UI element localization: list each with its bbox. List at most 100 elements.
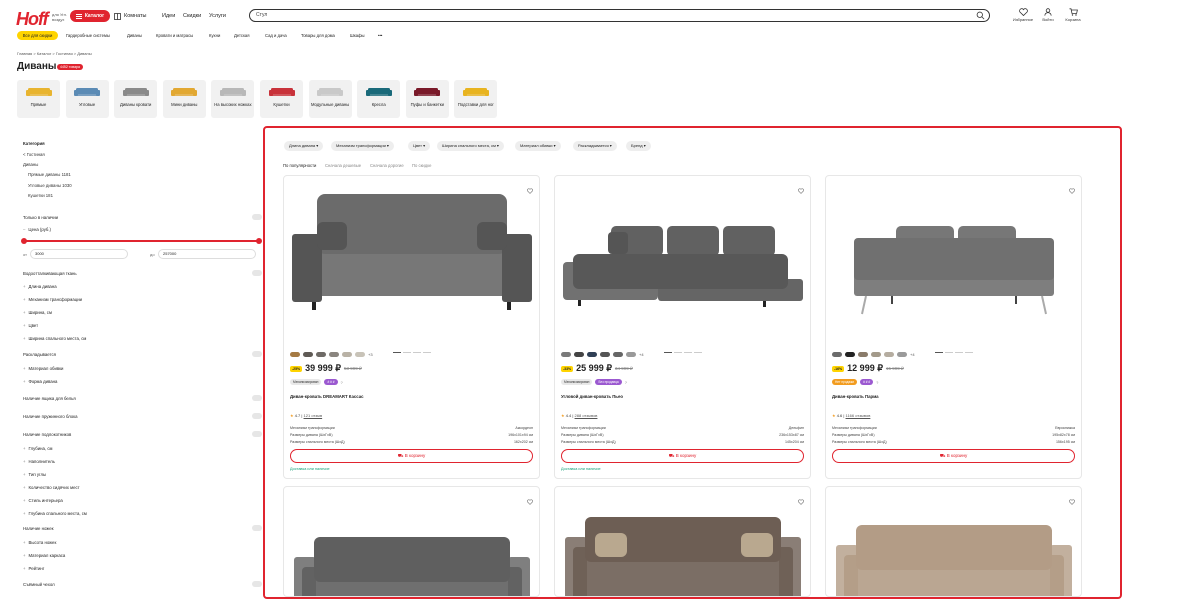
- filter-group-item[interactable]: + Материал каркаса: [23, 553, 65, 558]
- price-slider-min-handle[interactable]: [21, 238, 27, 244]
- sort-option[interactable]: По популярности: [283, 163, 316, 168]
- product-image[interactable]: [294, 537, 530, 596]
- filter-group-item[interactable]: + Глубина спального места, см: [23, 511, 87, 516]
- product-card[interactable]: [554, 486, 811, 597]
- rooms-button[interactable]: Комнаты: [114, 10, 147, 22]
- color-swatch[interactable]: [329, 352, 339, 357]
- filter-pill[interactable]: Ширина спального места, см ▾: [437, 141, 504, 151]
- add-to-cart-button[interactable]: ⛟ В корзину: [832, 449, 1075, 463]
- filter-group-item[interactable]: + Глубина, см: [23, 446, 52, 451]
- more-categories-button[interactable]: •••: [378, 31, 382, 40]
- filter-group-item[interactable]: + Тип углы: [23, 472, 46, 477]
- filter-group-item[interactable]: + Рейтинг: [23, 566, 44, 571]
- filter-group-item[interactable]: + Длина дивана: [23, 284, 57, 289]
- more-colors-count[interactable]: +4: [910, 352, 915, 357]
- in-stock-toggle[interactable]: [252, 214, 262, 220]
- unfoldable-toggle[interactable]: [252, 351, 262, 357]
- product-card[interactable]: [825, 486, 1082, 597]
- sort-option[interactable]: По скидке: [412, 163, 431, 168]
- filter-group-item[interactable]: + Форма дивана: [23, 379, 57, 384]
- filter-pill[interactable]: Цвет ▾: [408, 141, 431, 151]
- filter-pill[interactable]: Раскладывается ▾: [573, 141, 617, 151]
- nav-services[interactable]: Услуги: [209, 13, 226, 19]
- category-chip[interactable]: Все для скидки: [17, 31, 58, 40]
- product-image[interactable]: [836, 525, 1072, 596]
- delivery-link[interactable]: Доставка или наличие: [290, 467, 330, 471]
- subcategory-tile[interactable]: Кресла: [357, 80, 401, 118]
- info-icon[interactable]: ?: [625, 380, 627, 385]
- favorite-heart-icon[interactable]: [527, 492, 533, 505]
- reviews-link[interactable]: 121 отзыв: [304, 413, 323, 418]
- color-swatch[interactable]: [303, 352, 313, 357]
- category-chip[interactable]: Кровати и матрасы: [156, 31, 193, 40]
- category-chip[interactable]: Детская: [234, 31, 250, 40]
- hoff-logo[interactable]: Hoff: [16, 9, 49, 30]
- reviews-link[interactable]: 1166 отзывов: [846, 413, 871, 418]
- product-name[interactable]: Диван-кровать DREAMART Кассас: [290, 394, 363, 399]
- color-swatch[interactable]: [871, 352, 881, 357]
- category-sublink[interactable]: Кушетки 181: [28, 193, 53, 198]
- subcategory-tile[interactable]: Прямые: [17, 80, 60, 118]
- color-swatch[interactable]: [858, 352, 868, 357]
- color-swatch[interactable]: [897, 352, 907, 357]
- price-slider-track[interactable]: [24, 240, 260, 242]
- breadcrumb[interactable]: Главная > Каталог > Гостиная > Диваны: [17, 51, 92, 56]
- subcategory-tile[interactable]: Модульные диваны: [308, 80, 352, 118]
- color-swatch[interactable]: [613, 352, 623, 357]
- filter-pill[interactable]: Бренд ▾: [626, 141, 651, 151]
- product-image[interactable]: [292, 194, 532, 324]
- more-colors-count[interactable]: +4: [639, 352, 644, 357]
- category-link[interactable]: Диваны: [23, 162, 38, 167]
- delivery-link[interactable]: Доставка или наличие: [561, 467, 601, 471]
- subcategory-tile[interactable]: На высоких ножках: [211, 80, 255, 118]
- product-card[interactable]: [283, 486, 540, 597]
- armrests-toggle[interactable]: [252, 431, 262, 437]
- filter-pill[interactable]: Длина дивана ▾: [284, 141, 324, 151]
- price-from-input[interactable]: 3000: [30, 249, 128, 259]
- filter-group-item[interactable]: + Ширина, см: [23, 310, 52, 315]
- subcategory-tile[interactable]: Подставки для ног: [454, 80, 498, 118]
- login-button[interactable]: Войти: [1037, 8, 1059, 22]
- color-swatch[interactable]: [316, 352, 326, 357]
- color-swatches[interactable]: +4: [832, 352, 915, 357]
- nav-ideas[interactable]: Идеи: [162, 13, 175, 19]
- filter-pill[interactable]: Материал обивки ▾: [515, 141, 561, 151]
- color-swatches[interactable]: +3: [290, 352, 373, 357]
- info-icon[interactable]: ?: [876, 380, 878, 385]
- color-swatches[interactable]: +4: [561, 352, 644, 357]
- color-swatch[interactable]: [626, 352, 636, 357]
- subcategory-tile[interactable]: Диваны кровати: [114, 80, 158, 118]
- info-icon[interactable]: ?: [341, 380, 343, 385]
- subcategory-tile[interactable]: Угловые: [65, 80, 109, 118]
- product-card[interactable]: +4 -16% 12 999 ₽15 999 ₽ Нет продажи # # #? Д…: [825, 175, 1082, 479]
- price-to-input[interactable]: 257000: [158, 249, 256, 259]
- price-slider-max-handle[interactable]: [256, 238, 262, 244]
- favorite-heart-icon[interactable]: [1069, 181, 1075, 194]
- favorites-button[interactable]: Избранное: [1012, 8, 1034, 22]
- search-icon[interactable]: [976, 11, 985, 20]
- more-colors-count[interactable]: +3: [368, 352, 373, 357]
- filter-group-item[interactable]: + Количество сидячих мест: [23, 485, 80, 490]
- linen-box-toggle[interactable]: [252, 395, 262, 401]
- category-chip[interactable]: Гардеробные системы: [66, 31, 110, 40]
- category-link[interactable]: < Гостиная: [23, 152, 45, 157]
- color-swatch[interactable]: [561, 352, 571, 357]
- category-chip[interactable]: Товары для дома: [301, 31, 335, 40]
- category-sublink[interactable]: Прямые диваны 1181: [28, 172, 71, 177]
- sort-option[interactable]: Сначала дешевые: [325, 163, 361, 168]
- color-swatch[interactable]: [342, 352, 352, 357]
- product-image[interactable]: [565, 517, 801, 596]
- product-name[interactable]: Угловой диван-кровать Пьео: [561, 394, 623, 399]
- category-chip[interactable]: Диваны: [127, 31, 142, 40]
- reviews-link[interactable]: 288 отзывов: [575, 413, 598, 418]
- add-to-cart-button[interactable]: ⛟ В корзину: [561, 449, 804, 463]
- category-chip[interactable]: Сад и дача: [265, 31, 287, 40]
- waterproof-toggle[interactable]: [252, 270, 262, 276]
- filter-group-item[interactable]: + Стиль интерьера: [23, 498, 63, 503]
- product-image[interactable]: [834, 216, 1074, 331]
- product-name[interactable]: Диван-кровать Парма: [832, 394, 879, 399]
- filter-group-item[interactable]: + Ширина спального места, см: [23, 336, 86, 341]
- removable-cover-toggle[interactable]: [252, 581, 262, 587]
- filter-group-item[interactable]: + Материал обивки: [23, 366, 63, 371]
- filter-group-item[interactable]: + Наполнитель: [23, 459, 55, 464]
